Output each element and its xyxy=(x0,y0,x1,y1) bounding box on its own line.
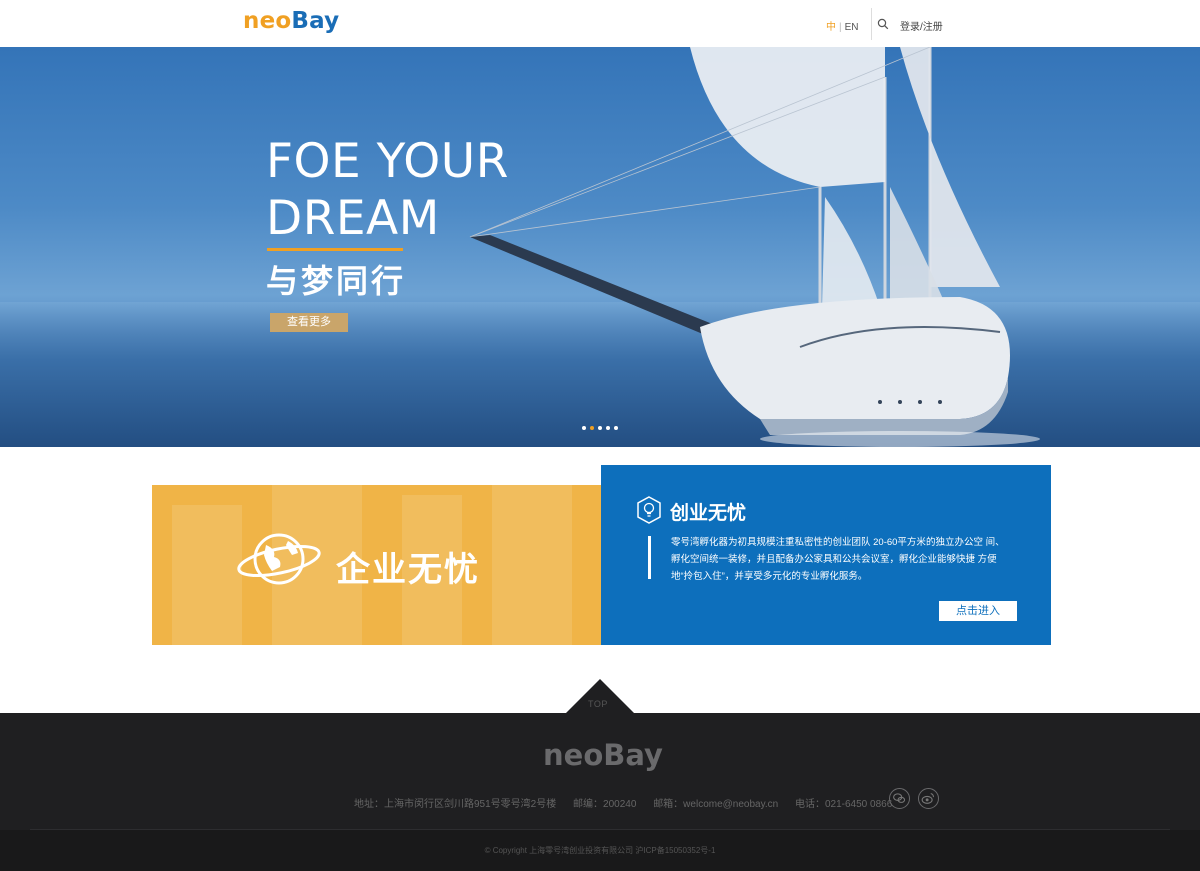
carousel-dot[interactable] xyxy=(598,426,602,430)
lang-separator: | xyxy=(839,22,842,33)
startup-feature-title: 创业无忧 xyxy=(670,503,747,524)
footer-logo: neoBay xyxy=(543,738,663,772)
carousel-dot-active[interactable] xyxy=(590,426,594,430)
carousel-dot[interactable] xyxy=(614,426,618,430)
copyright-text: © Copyright 上海零号湾创业投资有限公司 沪ICP备15050352号… xyxy=(484,846,716,855)
hero-title-line2: DREAM xyxy=(266,191,440,246)
click-enter-button[interactable]: 点击进入 xyxy=(939,601,1017,621)
hero-title-line1: FOE YOUR xyxy=(266,134,509,189)
bulb-icon xyxy=(637,496,661,524)
enterprise-feature-title: 企业无忧 xyxy=(336,551,480,589)
carousel-dots xyxy=(582,426,622,430)
logo-bay: Bay xyxy=(291,8,340,34)
site-header: neoBay 中 | EN 登录/注册 xyxy=(0,0,1200,47)
sailing-yacht-image xyxy=(469,47,1040,447)
weibo-icon[interactable] xyxy=(918,788,939,809)
footer-address: 地址：上海市闵行区剑川路951号零号湾2号楼 xyxy=(354,799,557,810)
site-logo[interactable]: neoBay xyxy=(243,8,339,34)
hero-title: FOE YOUR DREAM xyxy=(266,133,509,247)
hero-title-underline xyxy=(267,248,403,251)
back-to-top-label[interactable]: TOP xyxy=(588,699,608,709)
footer-contact-info: 地址：上海市闵行区剑川路951号零号湾2号楼 邮编：200240 邮箱：welc… xyxy=(354,795,906,810)
hero-banner: FOE YOUR DREAM 与梦同行 查看更多 xyxy=(0,47,1200,447)
language-switcher: 中 | EN xyxy=(826,18,859,33)
lang-zh-link[interactable]: 中 xyxy=(826,22,836,33)
header-divider xyxy=(871,8,872,40)
view-more-button[interactable]: 查看更多 xyxy=(270,313,348,332)
wechat-icon[interactable] xyxy=(889,788,910,809)
building-silhouette xyxy=(492,485,572,645)
logo-neo: neo xyxy=(243,8,292,34)
footer-phone: 电话：021-6450 0866 xyxy=(794,799,893,810)
globe-icon xyxy=(237,533,321,585)
search-icon[interactable] xyxy=(877,18,889,30)
carousel-dot[interactable] xyxy=(606,426,610,430)
login-register-link[interactable]: 登录/注册 xyxy=(900,18,943,33)
hero-subtitle: 与梦同行 xyxy=(266,263,407,299)
building-silhouette xyxy=(172,505,242,645)
footer-postcode: 邮编：200240 xyxy=(573,799,637,810)
carousel-dot[interactable] xyxy=(582,426,586,430)
description-accent-bar xyxy=(648,536,651,579)
lang-en-link[interactable]: EN xyxy=(845,22,859,33)
footer-email: 邮箱：welcome@neobay.cn xyxy=(653,799,779,810)
startup-feature-description: 零号湾孵化器为初具规模注重私密性的创业团队 20-60平方米的独立办公空 间、孵… xyxy=(671,537,1005,582)
